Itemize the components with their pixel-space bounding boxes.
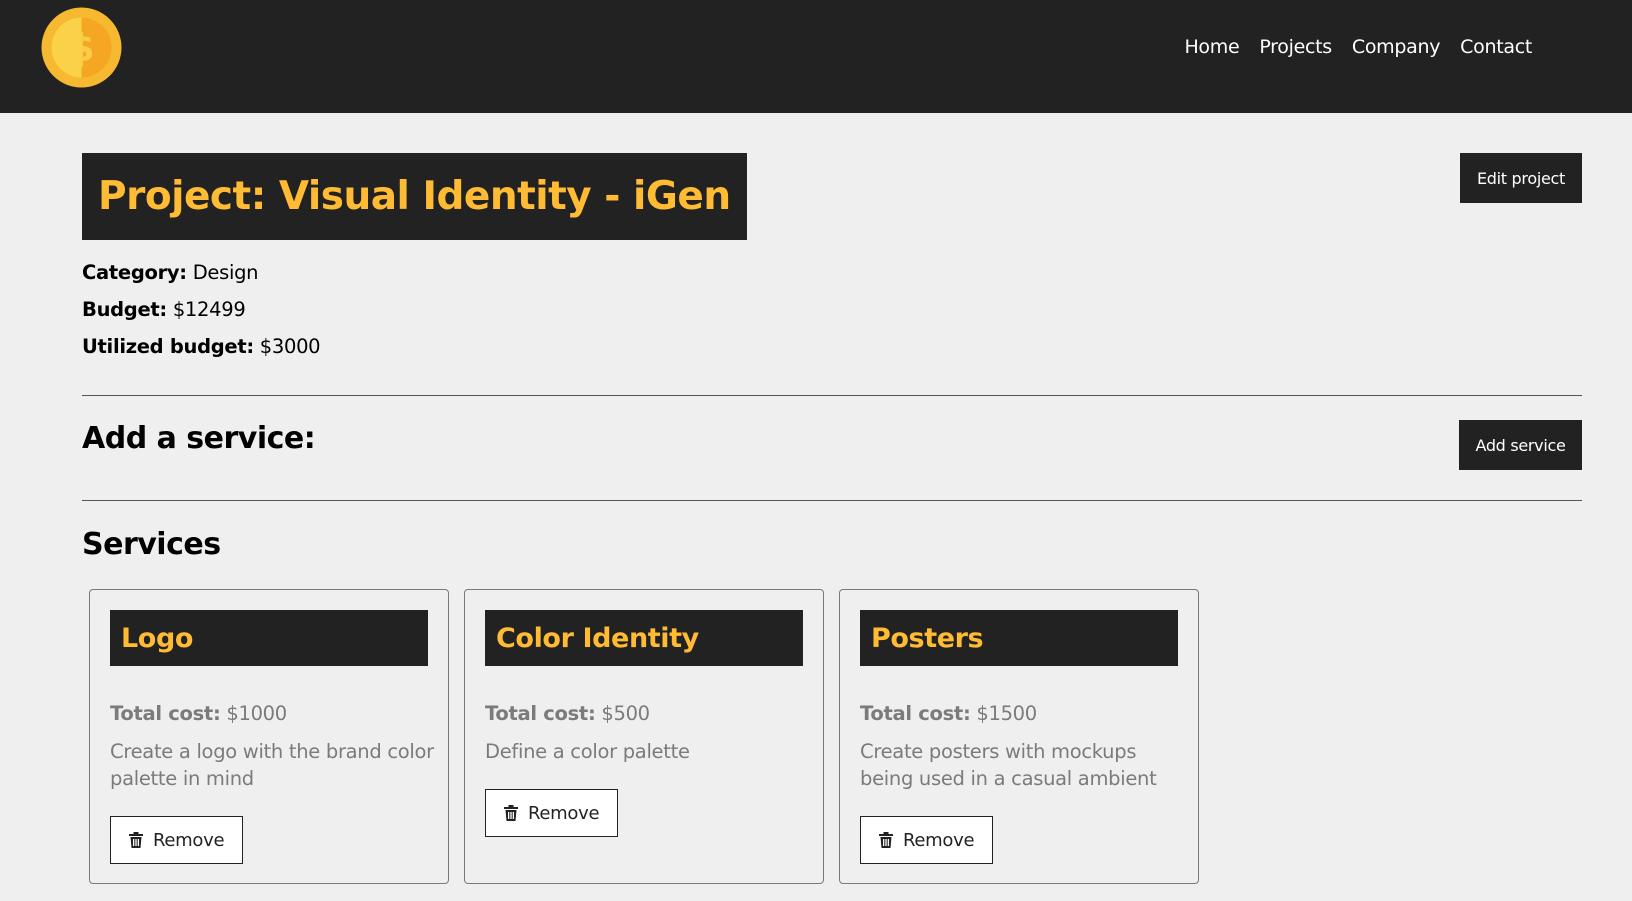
- remove-service-button[interactable]: Remove: [860, 816, 994, 864]
- service-cost: Total cost: $1000: [110, 702, 287, 725]
- service-title: Logo: [110, 610, 428, 666]
- service-card: Posters Total cost: $1500 Create posters…: [839, 589, 1199, 884]
- project-title: Project: Visual Identity - iGen: [82, 153, 747, 240]
- remove-label: Remove: [528, 802, 600, 824]
- trash-icon: [504, 805, 518, 821]
- cost-value: $1500: [976, 702, 1037, 725]
- service-description: Create a logo with the brand color palet…: [110, 740, 434, 790]
- divider: [82, 500, 1582, 501]
- service-cost: Total cost: $1500: [860, 702, 1037, 725]
- cost-value: $1000: [226, 702, 287, 725]
- budget-value: $12499: [172, 298, 246, 321]
- edit-project-button[interactable]: Edit project: [1460, 153, 1582, 203]
- add-service-heading: Add a service:: [82, 421, 316, 456]
- add-service-button[interactable]: Add service: [1459, 420, 1582, 470]
- cost-label: Total cost:: [485, 702, 596, 725]
- remove-service-button[interactable]: Remove: [485, 789, 619, 837]
- remove-label: Remove: [153, 829, 225, 851]
- cost-label: Total cost:: [110, 702, 221, 725]
- svg-text:$: $: [68, 26, 94, 70]
- service-card: Color Identity Total cost: $500 Define a…: [464, 589, 824, 884]
- nav-link-company[interactable]: Company: [1352, 36, 1441, 58]
- services-heading: Services: [82, 527, 221, 562]
- service-description: Create posters with mockups being used i…: [860, 740, 1157, 790]
- dollar-coin-icon[interactable]: $: [41, 7, 122, 88]
- service-description: Define a color palette: [485, 740, 690, 763]
- cost-label: Total cost:: [860, 702, 971, 725]
- nav-link-contact[interactable]: Contact: [1460, 36, 1532, 58]
- service-card: Logo Total cost: $1000 Create a logo wit…: [89, 589, 449, 884]
- utilized-budget-value: $3000: [259, 335, 321, 358]
- navbar: $ Home Projects Company Contact: [0, 0, 1632, 113]
- nav-link-projects[interactable]: Projects: [1259, 36, 1332, 58]
- remove-label: Remove: [903, 829, 975, 851]
- project-category: Category: Design: [82, 261, 259, 284]
- service-title: Posters: [860, 610, 1178, 666]
- cost-value: $500: [601, 702, 650, 725]
- service-title: Color Identity: [485, 610, 803, 666]
- nav-link-home[interactable]: Home: [1184, 36, 1239, 58]
- trash-icon: [879, 832, 893, 848]
- divider: [82, 395, 1582, 396]
- category-label: Category:: [82, 261, 187, 284]
- budget-label: Budget:: [82, 298, 167, 321]
- project-budget: Budget: $12499: [82, 298, 246, 321]
- remove-service-button[interactable]: Remove: [110, 816, 244, 864]
- utilized-budget-label: Utilized budget:: [82, 335, 254, 358]
- service-cost: Total cost: $500: [485, 702, 650, 725]
- trash-icon: [129, 832, 143, 848]
- category-value: Design: [192, 261, 259, 284]
- project-utilized-budget: Utilized budget: $3000: [82, 335, 321, 358]
- main-nav: Home Projects Company Contact: [1184, 36, 1532, 58]
